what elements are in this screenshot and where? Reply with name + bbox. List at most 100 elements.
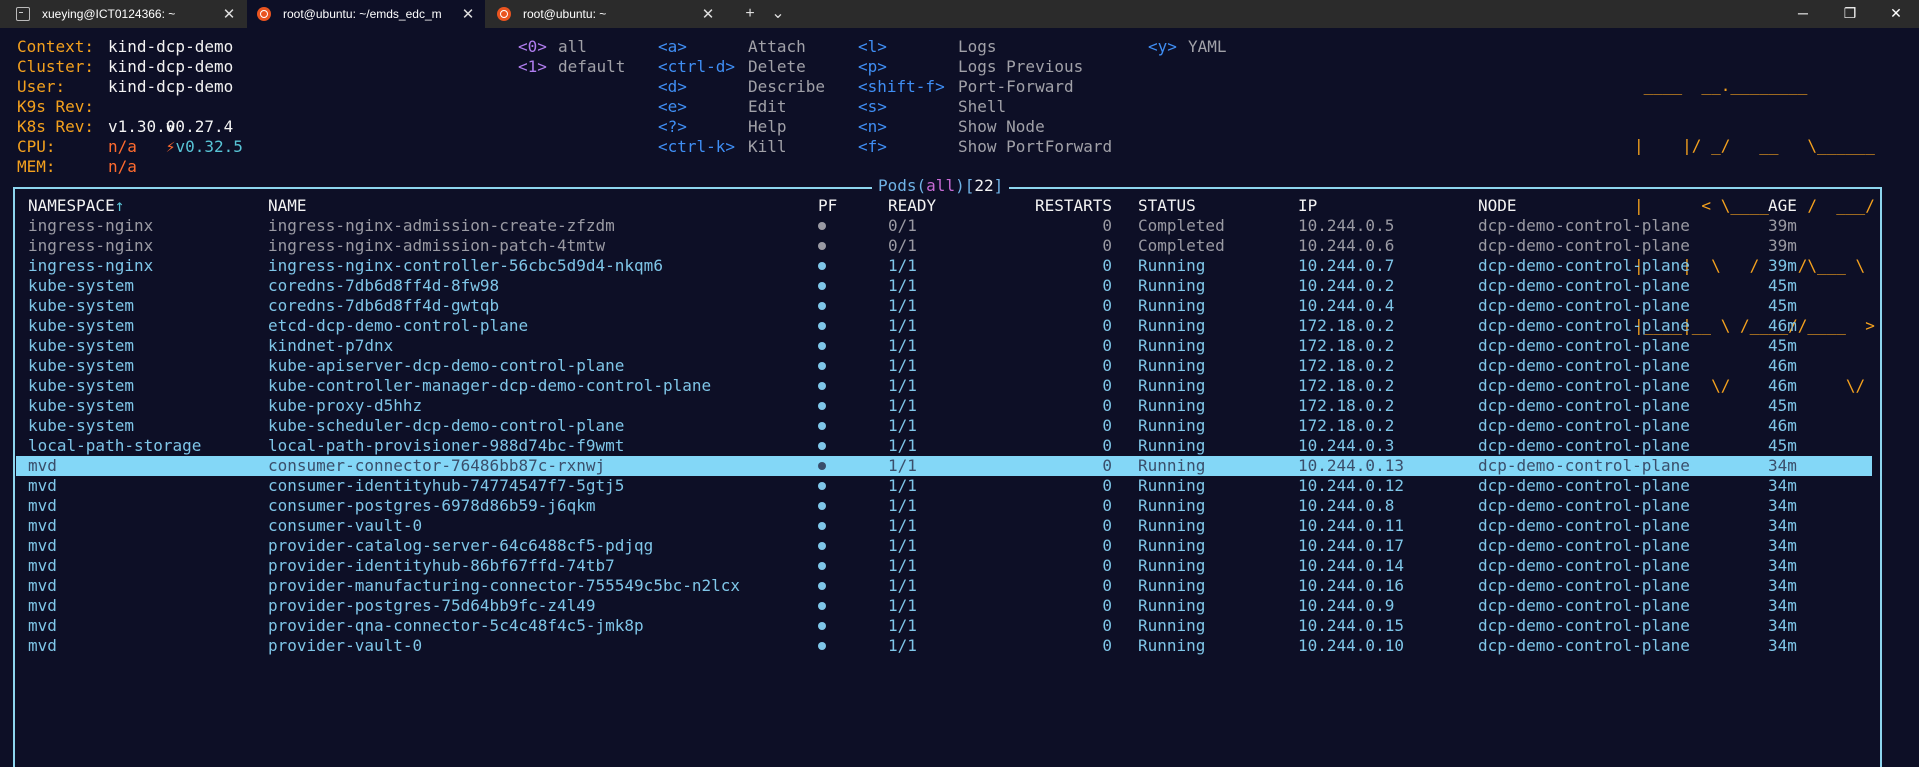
column-status[interactable]: STATUS [1138,196,1196,216]
view-title: Pods(all)[22] [872,176,1010,196]
table-row[interactable]: mvd consumer-vault-0 1/1 0 Running 10.244.0.1… [16,516,1872,536]
pod-node: dcp-demo-control-plane [1478,516,1690,535]
namespace-key[interactable]: <0> [518,37,547,57]
column-ready[interactable]: READY [888,196,936,216]
namespace-key[interactable]: <1> [518,57,547,77]
column-name[interactable]: NAME [268,196,307,216]
tab-local-shell[interactable]: xueying@ICT0124366: ~ ✕ [6,0,246,28]
shortcut-label: Delete [748,57,806,76]
table-row[interactable]: ingress-nginx ingress-nginx-admission-cre… [16,216,1872,236]
pod-ready: 1/1 [888,276,917,295]
namespace-label[interactable]: default [558,57,625,77]
pf-indicator-icon [818,316,826,336]
table-row[interactable]: local-path-storage local-path-provisioner… [16,436,1872,456]
pod-node: dcp-demo-control-plane [1478,236,1690,255]
pod-name: provider-catalog-server-64c6488cf5-pdjqg [268,536,654,555]
k8s-rev-label: K8s Rev: [17,117,95,136]
mem-value: n/a [108,157,137,176]
table-row[interactable]: mvd consumer-postgres-6978d86b59-j6qkm 1/1… [16,496,1872,516]
pod-node: dcp-demo-control-plane [1478,316,1690,335]
table-row[interactable]: mvd provider-catalog-server-64c6488cf5-pd… [16,536,1872,556]
tab-ubuntu-emds[interactable]: root@ubuntu: ~/emds_edc_m ✕ [247,0,485,28]
table-row[interactable]: ingress-nginx ingress-nginx-controller-56… [16,256,1872,276]
table-row[interactable]: kube-system kube-proxy-d5hhz 1/1 0 Running 17… [16,396,1872,416]
pod-restarts: 0 [1102,336,1112,355]
pod-status: Running [1138,596,1206,615]
pod-age: 46m [1768,376,1797,395]
status-dot-icon [818,241,826,250]
table-row[interactable]: ingress-nginx ingress-nginx-admission-pat… [16,236,1872,256]
pf-indicator-icon [818,636,826,656]
column-age[interactable]: AGE [1768,196,1797,216]
status-dot-icon [818,261,826,270]
status-dot-icon [818,641,826,650]
table-row[interactable]: mvd provider-vault-0 1/1 0 Running 10.244.0.1… [16,636,1872,656]
view-scope: all [926,176,956,195]
table-row[interactable]: mvd provider-manufacturing-connector-7555… [16,576,1872,596]
pod-restarts: 0 [1102,576,1112,595]
shortcut-key: <d> [658,77,687,96]
pod-ip: 10.244.0.12 [1298,476,1404,495]
table-row[interactable]: kube-system kindnet-p7dnx 1/1 0 Running 172.1… [16,336,1872,356]
table-row[interactable]: kube-system kube-scheduler-dcp-demo-contr… [16,416,1872,436]
status-dot-icon [818,381,826,390]
shortcut-key: <ctrl-d> [658,57,736,76]
pod-status: Running [1138,476,1206,495]
pod-age: 34m [1768,596,1797,615]
column-pf[interactable]: PF [818,196,837,216]
table-row[interactable]: mvd consumer-identityhub-74774547f7-5gtj5… [16,476,1872,496]
pod-name: ingress-nginx-admission-patch-4tmtw [268,236,606,255]
pod-name: provider-manufacturing-connector-755549c… [268,576,741,595]
namespace-label[interactable]: all [558,37,587,57]
table-row[interactable]: kube-system coredns-7db6d8ff4d-8fw98 1/1 0 R… [16,276,1872,296]
terminal-icon [16,7,30,21]
tab-dropdown-button[interactable]: ⌄ [763,0,793,28]
pod-node: dcp-demo-control-plane [1478,616,1690,635]
pod-restarts: 0 [1102,516,1112,535]
pod-ip: 172.18.0.2 [1298,376,1395,395]
pod-status: Running [1138,576,1206,595]
shortcut-label: Help [748,117,787,136]
pf-indicator-icon [818,216,826,236]
tab-ubuntu-home[interactable]: root@ubuntu: ~ ✕ [487,0,725,28]
close-icon[interactable]: ✕ [218,5,240,23]
pod-node: dcp-demo-control-plane [1478,456,1690,475]
pod-name: coredns-7db6d8ff4d-8fw98 [268,276,500,295]
close-icon[interactable]: ✕ [697,5,719,23]
table-row[interactable]: mvd provider-postgres-75d64bb9fc-z4l49 1/1… [16,596,1872,616]
pod-name: kube-proxy-d5hhz [268,396,423,415]
user-label: User: [17,77,66,96]
bolt-icon: ⚡ [165,137,176,156]
column-restarts[interactable]: RESTARTS [1022,196,1112,216]
pod-age: 45m [1768,396,1797,415]
table-row[interactable]: kube-system kube-controller-manager-dcp-d… [16,376,1872,396]
table-row[interactable]: mvd provider-qna-connector-5c4c48f4c5-jmk… [16,616,1872,636]
pod-namespace: mvd [28,636,57,655]
new-tab-button[interactable]: + [735,0,765,28]
shortcut-key: <n> [858,117,887,136]
table-row[interactable]: kube-system coredns-7db6d8ff4d-gwtqb 1/1 0 R… [16,296,1872,316]
pod-restarts: 0 [1102,316,1112,335]
pod-status: Running [1138,296,1206,315]
close-window-button[interactable]: ✕ [1873,0,1919,28]
pf-indicator-icon [818,476,826,496]
maximize-button[interactable]: ❐ [1827,0,1873,28]
pod-restarts: 0 [1102,216,1112,235]
shortcut-key: <?> [658,117,687,136]
column-node[interactable]: NODE [1478,196,1517,216]
tab-bar: xueying@ICT0124366: ~ ✕ root@ubuntu: ~/e… [0,0,1919,28]
close-icon[interactable]: ✕ [457,5,479,23]
shortcut-label: Attach [748,37,806,56]
table-row[interactable]: mvd provider-identityhub-86bf67ffd-74tb7 1… [16,556,1872,576]
table-row[interactable]: kube-system etcd-dcp-demo-control-plane 1/… [16,316,1872,336]
column-namespace[interactable]: NAMESPACE↑ [28,196,124,216]
pod-node: dcp-demo-control-plane [1478,216,1690,235]
minimize-button[interactable]: ─ [1780,0,1826,28]
shortcut-key: <p> [858,57,887,76]
table-row[interactable]: mvd consumer-connector-76486bb87c-rxnwj 1/… [16,456,1872,476]
table-row[interactable]: kube-system kube-apiserver-dcp-demo-contr… [16,356,1872,376]
pod-status: Running [1138,356,1206,375]
pod-ready: 1/1 [888,416,917,435]
column-ip[interactable]: IP [1298,196,1317,216]
shortcut-label: Shell [958,97,1007,116]
